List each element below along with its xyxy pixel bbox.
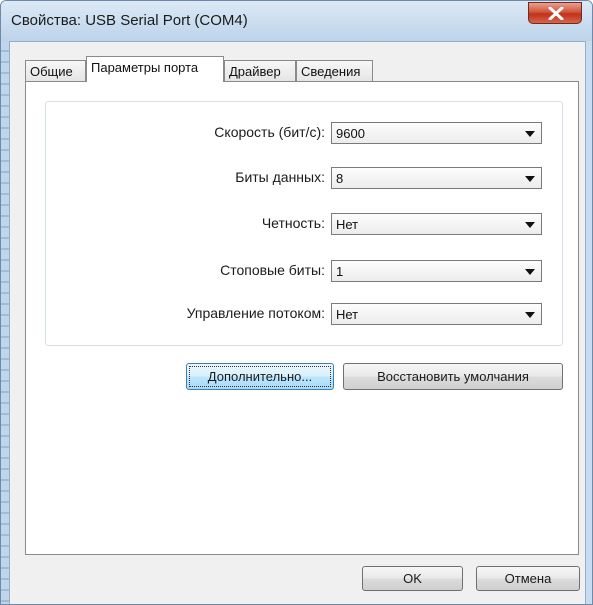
flow-control-value: Нет <box>336 307 359 322</box>
close-x-icon <box>548 7 564 20</box>
parity-label: Четность: <box>261 215 325 231</box>
tab-label: Драйвер <box>229 64 281 79</box>
properties-dialog: Свойства: USB Serial Port (COM4) Общие П… <box>0 0 593 605</box>
chevron-down-icon <box>525 312 535 318</box>
cancel-button[interactable]: Отмена <box>476 566 580 591</box>
chevron-down-icon <box>525 176 535 182</box>
tab-driver[interactable]: Драйвер <box>224 60 296 82</box>
stop-bits-label: Стоповые биты: <box>220 262 325 278</box>
flow-control-select[interactable]: Нет <box>331 303 542 325</box>
ok-button[interactable]: OK <box>362 566 463 591</box>
tab-general[interactable]: Общие <box>25 60 86 82</box>
restore-defaults-label: Восстановить умолчания <box>377 369 529 384</box>
flow-control-label: Управление потоком: <box>186 305 325 321</box>
chevron-down-icon <box>525 131 535 137</box>
window-title: Свойства: USB Serial Port (COM4) <box>11 12 248 29</box>
parity-select[interactable]: Нет <box>331 213 542 235</box>
baud-rate-value: 9600 <box>336 126 365 141</box>
data-bits-label: Биты данных: <box>235 169 325 185</box>
chevron-down-icon <box>525 222 535 228</box>
data-bits-value: 8 <box>336 171 344 186</box>
stop-bits-select[interactable]: 1 <box>331 260 542 282</box>
ok-button-label: OK <box>403 571 422 586</box>
title-bar[interactable]: Свойства: USB Serial Port (COM4) <box>1 1 592 41</box>
close-button[interactable] <box>528 2 582 24</box>
parity-value: Нет <box>336 217 359 232</box>
chevron-down-icon <box>525 269 535 275</box>
advanced-button[interactable]: Дополнительно... <box>186 363 334 390</box>
tab-details[interactable]: Сведения <box>296 60 373 82</box>
tab-port-settings[interactable]: Параметры порта <box>86 56 224 82</box>
baud-rate-label: Скорость (бит/с): <box>214 124 325 140</box>
focus-indicator <box>189 366 331 387</box>
baud-rate-select[interactable]: 9600 <box>331 122 542 144</box>
stop-bits-value: 1 <box>336 264 344 279</box>
data-bits-select[interactable]: 8 <box>331 167 542 189</box>
restore-defaults-button[interactable]: Восстановить умолчания <box>343 363 563 390</box>
tab-label: Сведения <box>301 64 361 79</box>
cancel-button-label: Отмена <box>504 571 552 586</box>
tab-label: Параметры порта <box>91 60 199 75</box>
tab-label: Общие <box>30 64 73 79</box>
